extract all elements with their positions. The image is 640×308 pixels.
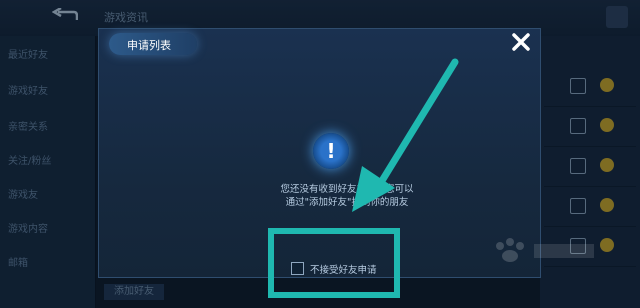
watermark-logo: [486, 236, 606, 266]
paw-watermark-icon: [496, 238, 594, 262]
